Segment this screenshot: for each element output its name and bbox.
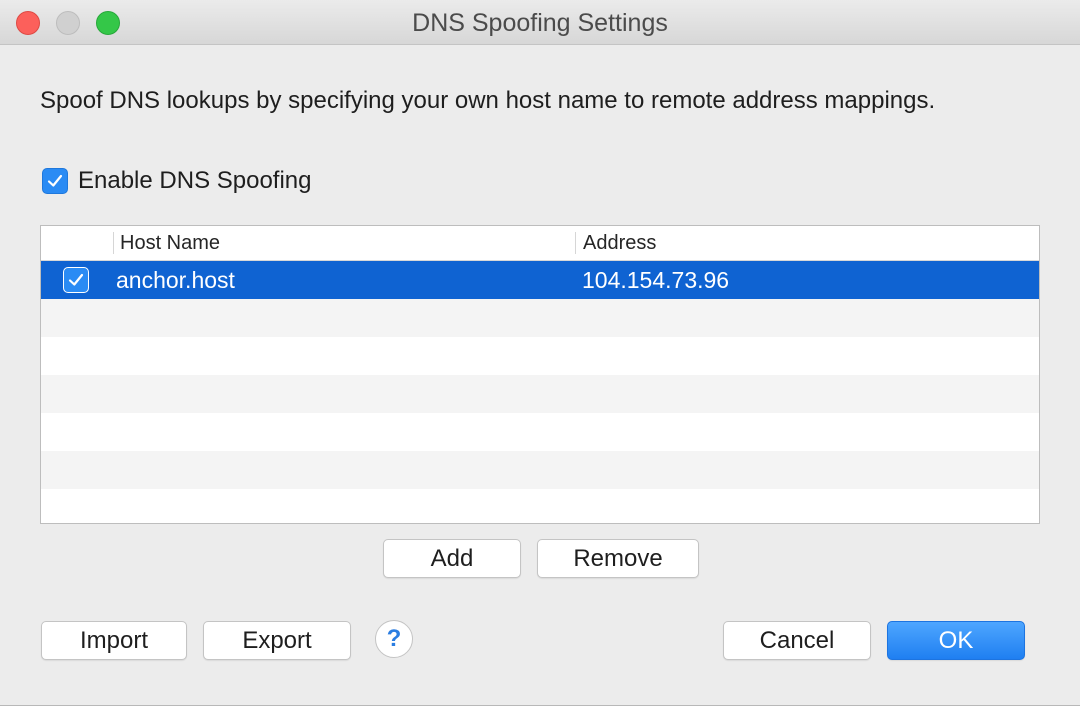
import-button[interactable]: Import — [41, 621, 187, 660]
column-header-enabled[interactable] — [41, 232, 114, 254]
remove-button[interactable]: Remove — [537, 539, 699, 578]
export-button[interactable]: Export — [203, 621, 351, 660]
checkmark-icon[interactable] — [42, 168, 68, 194]
title-bar[interactable]: DNS Spoofing Settings — [0, 0, 1080, 45]
column-header-host-name[interactable]: Host Name — [120, 226, 220, 260]
row-enabled-checkbox[interactable] — [63, 267, 89, 293]
row-address[interactable]: 104.154.73.96 — [582, 261, 729, 299]
description-text: Spoof DNS lookups by specifying your own… — [40, 87, 936, 114]
dns-spoofing-window: DNS Spoofing Settings Spoof DNS lookups … — [0, 0, 1080, 706]
cancel-button[interactable]: Cancel — [723, 621, 871, 660]
empty-table-row[interactable] — [41, 451, 1039, 489]
empty-table-row[interactable] — [41, 337, 1039, 375]
ok-button[interactable]: OK — [887, 621, 1025, 660]
empty-table-row[interactable] — [41, 489, 1039, 523]
column-header-address[interactable]: Address — [583, 226, 656, 260]
table-row[interactable]: anchor.host 104.154.73.96 — [41, 261, 1039, 299]
question-icon: ? — [386, 625, 402, 652]
enable-dns-spoofing-checkbox[interactable]: Enable DNS Spoofing — [42, 166, 311, 196]
column-divider — [575, 232, 576, 254]
add-button[interactable]: Add — [383, 539, 521, 578]
help-button[interactable]: ? — [375, 620, 413, 658]
table-header: Host Name Address — [41, 226, 1039, 261]
empty-table-row[interactable] — [41, 375, 1039, 413]
checkmark-icon[interactable] — [63, 267, 89, 293]
empty-table-row[interactable] — [41, 413, 1039, 451]
empty-table-row[interactable] — [41, 299, 1039, 337]
host-mapping-table[interactable]: Host Name Address anchor.host 104.154.73… — [40, 225, 1040, 524]
enable-dns-spoofing-label[interactable]: Enable DNS Spoofing — [78, 167, 311, 195]
window-title: DNS Spoofing Settings — [412, 9, 668, 37]
row-host-name[interactable]: anchor.host — [116, 261, 235, 299]
